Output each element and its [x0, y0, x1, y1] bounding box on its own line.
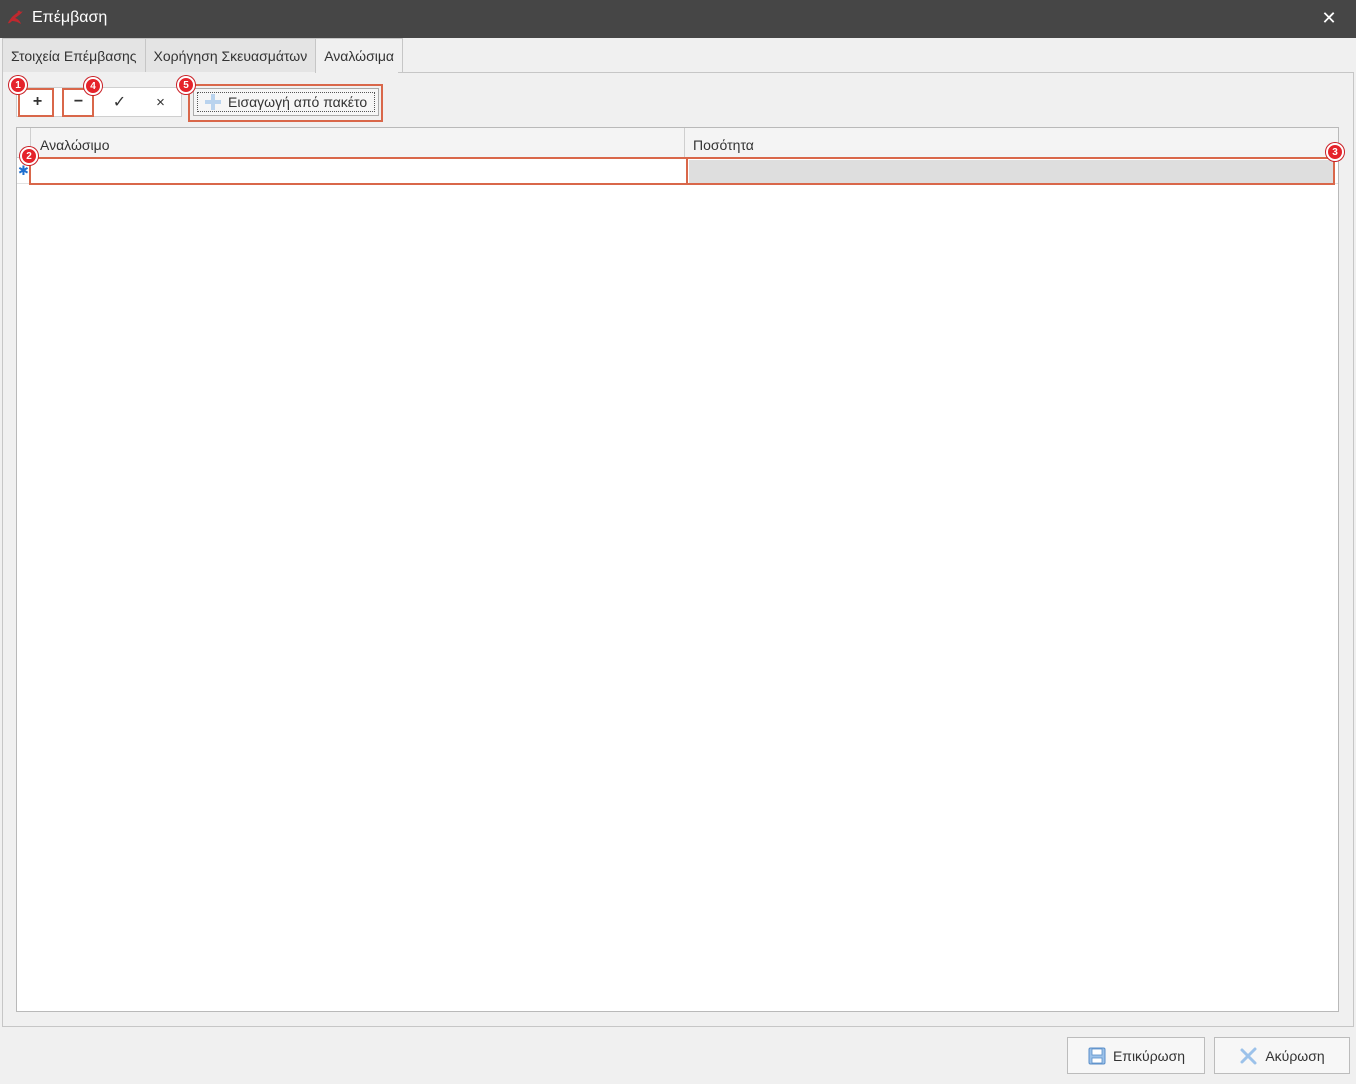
column-header-quantity[interactable]: Ποσότητα: [685, 128, 1338, 158]
quantity-cell[interactable]: [689, 160, 1334, 184]
column-header-consumable[interactable]: Αναλώσιμο: [32, 128, 685, 158]
grid-header: Αναλώσιμο Ποσότητα: [17, 128, 1338, 158]
callout-badge-5: 5: [177, 76, 195, 94]
new-item-row: ✱: [17, 158, 1338, 184]
plus-icon: [204, 93, 222, 111]
confirm-button-label: Επικύρωση: [1112, 1047, 1186, 1064]
callout-badge-3: 3: [1326, 143, 1344, 161]
tab-consumables[interactable]: Αναλώσιμα: [315, 38, 404, 73]
import-from-package-button[interactable]: Εισαγωγή από πακέτο: [193, 88, 379, 116]
tab-operation-details[interactable]: Στοιχεία Επέμβασης: [2, 38, 146, 72]
confirm-button[interactable]: Επικύρωση: [1067, 1037, 1205, 1074]
close-icon[interactable]: ✕: [1320, 9, 1338, 27]
app-logo-icon: [8, 10, 23, 24]
save-disk-icon: [1088, 1047, 1106, 1064]
tab-strip: Στοιχεία Επέμβασης Χορήγηση Σκευασμάτων …: [2, 38, 404, 73]
cancel-x-icon: [1240, 1047, 1257, 1064]
consumables-grid: Αναλώσιμο Ποσότητα ✱: [16, 127, 1339, 1012]
import-from-package-label: Εισαγωγή από πακέτο: [228, 94, 368, 110]
cancel-edit-button[interactable]: ×: [140, 88, 181, 116]
consumable-cell-input[interactable]: [33, 160, 685, 184]
callout-badge-4: 4: [84, 77, 102, 95]
window-title: Επέμβαση: [32, 9, 108, 26]
title-bar: Επέμβαση ✕: [0, 0, 1356, 38]
tab-drug-administration[interactable]: Χορήγηση Σκευασμάτων: [144, 38, 317, 72]
callout-badge-2: 2: [20, 147, 38, 165]
cancel-button-label: Ακύρωση: [1265, 1047, 1325, 1064]
cancel-button[interactable]: Ακύρωση: [1214, 1037, 1350, 1074]
callout-badge-1: 1: [9, 76, 27, 94]
confirm-edit-button[interactable]: ✓: [99, 88, 140, 116]
